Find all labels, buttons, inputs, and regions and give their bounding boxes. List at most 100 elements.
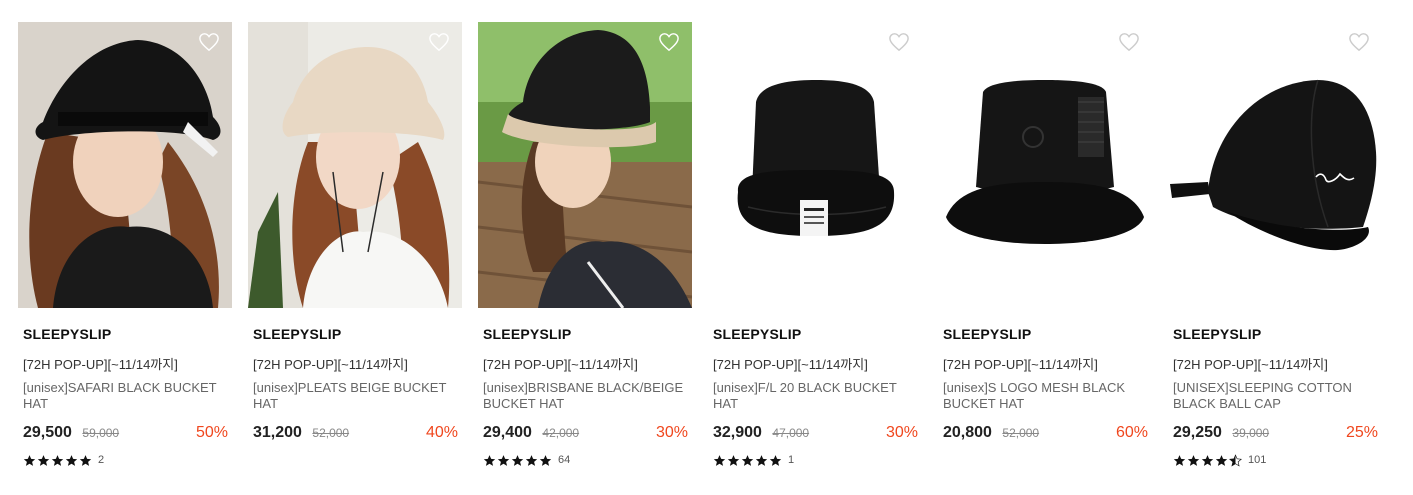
product-card[interactable]: SLEEPYSLIP [72H POP-UP][~11/14까지] [unise… bbox=[938, 22, 1152, 482]
product-photo-s-logo-mesh-bucket-hat bbox=[938, 22, 1152, 308]
original-price: 52,000 bbox=[1002, 426, 1040, 440]
star-icon bbox=[525, 454, 538, 466]
discount-rate: 30% bbox=[885, 424, 918, 441]
price-row: 29,250 39,000 25% bbox=[1173, 424, 1378, 444]
promo-label: [72H POP-UP][~11/14까지] bbox=[23, 357, 178, 372]
price-row: 20,800 52,000 60% bbox=[943, 424, 1148, 444]
discount-rate: 50% bbox=[195, 424, 228, 441]
review-count: 64 bbox=[558, 454, 571, 466]
star-rating bbox=[713, 454, 782, 467]
product-image[interactable] bbox=[1168, 22, 1382, 308]
brand-name[interactable]: SLEEPYSLIP bbox=[1173, 326, 1261, 342]
product-photo-cotton-black-ball-cap bbox=[1168, 22, 1382, 308]
brand-name[interactable]: SLEEPYSLIP bbox=[943, 326, 1031, 342]
brand-name[interactable]: SLEEPYSLIP bbox=[483, 326, 571, 342]
product-image[interactable] bbox=[478, 22, 692, 308]
product-name[interactable]: [unisex]F/L 20 BLACK BUCKET HAT bbox=[713, 380, 918, 412]
star-icon bbox=[1215, 454, 1228, 466]
brand-name[interactable]: SLEEPYSLIP bbox=[253, 326, 341, 342]
brand-name[interactable]: SLEEPYSLIP bbox=[23, 326, 111, 342]
sale-price: 20,800 bbox=[943, 424, 992, 441]
product-card[interactable]: SLEEPYSLIP [72H POP-UP][~11/14까지] [unise… bbox=[248, 22, 462, 482]
product-photo-safari-black-bucket-hat bbox=[18, 22, 232, 308]
price-row: 31,200 52,000 40% bbox=[253, 424, 458, 444]
original-price: 42,000 bbox=[542, 426, 580, 440]
sale-price: 32,900 bbox=[713, 424, 762, 441]
star-icon bbox=[1173, 454, 1186, 466]
original-price: 39,000 bbox=[1232, 426, 1270, 440]
product-grid: SLEEPYSLIP [72H POP-UP][~11/14까지] [unise… bbox=[0, 0, 1413, 495]
promo-label: [72H POP-UP][~11/14까지] bbox=[1173, 357, 1328, 372]
heart-outline-icon bbox=[429, 33, 449, 52]
rating: 1 bbox=[713, 453, 794, 467]
promo-label: [72H POP-UP][~11/14까지] bbox=[713, 357, 868, 372]
wishlist-button[interactable] bbox=[658, 32, 680, 52]
heart-outline-icon bbox=[1119, 33, 1139, 52]
discount-rate: 30% bbox=[655, 424, 688, 441]
price-row: 29,500 59,000 50% bbox=[23, 424, 228, 444]
product-image[interactable] bbox=[18, 22, 232, 308]
wishlist-button[interactable] bbox=[428, 32, 450, 52]
product-card[interactable]: SLEEPYSLIP [72H POP-UP][~11/14까지] [unise… bbox=[708, 22, 922, 482]
wishlist-button[interactable] bbox=[888, 32, 910, 52]
sale-price: 29,250 bbox=[1173, 424, 1222, 441]
review-count: 101 bbox=[1248, 454, 1267, 466]
star-icon bbox=[741, 454, 754, 466]
star-icon bbox=[37, 454, 50, 466]
star-rating bbox=[1173, 453, 1242, 467]
rating: 64 bbox=[483, 453, 570, 467]
promo-label: [72H POP-UP][~11/14까지] bbox=[483, 357, 638, 372]
rating: 101 bbox=[1173, 453, 1266, 467]
product-photo-brisbane-bucket-hat bbox=[478, 22, 692, 308]
star-icon bbox=[755, 454, 768, 466]
original-price: 52,000 bbox=[312, 426, 350, 440]
promo-label: [72H POP-UP][~11/14까지] bbox=[943, 357, 1098, 372]
product-card[interactable]: SLEEPYSLIP [72H POP-UP][~11/14까지] [unise… bbox=[478, 22, 692, 482]
star-half-icon bbox=[1229, 453, 1242, 467]
discount-rate: 40% bbox=[425, 424, 458, 441]
promo-label: [72H POP-UP][~11/14까지] bbox=[253, 357, 408, 372]
star-icon bbox=[483, 454, 496, 466]
product-name[interactable]: [UNISEX]SLEEPING COTTON BLACK BALL CAP bbox=[1173, 380, 1378, 412]
sale-price: 31,200 bbox=[253, 424, 302, 441]
heart-outline-icon bbox=[199, 33, 219, 52]
sale-price: 29,500 bbox=[23, 424, 72, 441]
star-icon bbox=[727, 454, 740, 466]
sale-price: 29,400 bbox=[483, 424, 532, 441]
star-icon bbox=[51, 454, 64, 466]
star-icon bbox=[713, 454, 726, 466]
product-name[interactable]: [unisex]PLEATS BEIGE BUCKET HAT bbox=[253, 380, 458, 412]
product-image[interactable] bbox=[708, 22, 922, 308]
product-photo-pleats-beige-bucket-hat bbox=[248, 22, 462, 308]
star-icon bbox=[1201, 454, 1214, 466]
price-row: 32,900 47,000 30% bbox=[713, 424, 918, 444]
wishlist-button[interactable] bbox=[1348, 32, 1370, 52]
product-name[interactable]: [unisex]SAFARI BLACK BUCKET HAT bbox=[23, 380, 228, 412]
price-row: 29,400 42,000 30% bbox=[483, 424, 688, 444]
star-icon bbox=[23, 454, 36, 466]
wishlist-button[interactable] bbox=[198, 32, 220, 52]
product-card[interactable]: SLEEPYSLIP [72H POP-UP][~11/14까지] [UNISE… bbox=[1168, 22, 1382, 482]
star-rating bbox=[483, 454, 552, 467]
heart-outline-icon bbox=[1349, 33, 1369, 52]
heart-outline-icon bbox=[659, 33, 679, 52]
product-photo-fl20-black-bucket-hat bbox=[708, 22, 922, 308]
original-price: 59,000 bbox=[82, 426, 120, 440]
review-count: 1 bbox=[788, 454, 795, 466]
star-rating bbox=[23, 454, 92, 467]
wishlist-button[interactable] bbox=[1118, 32, 1140, 52]
star-icon bbox=[511, 454, 524, 466]
product-name[interactable]: [unisex]S LOGO MESH BLACK BUCKET HAT bbox=[943, 380, 1148, 412]
brand-name[interactable]: SLEEPYSLIP bbox=[713, 326, 801, 342]
product-name[interactable]: [unisex]BRISBANE BLACK/BEIGE BUCKET HAT bbox=[483, 380, 688, 412]
star-icon bbox=[65, 454, 78, 466]
product-image[interactable] bbox=[938, 22, 1152, 308]
product-image[interactable] bbox=[248, 22, 462, 308]
star-icon bbox=[539, 454, 552, 466]
product-card[interactable]: SLEEPYSLIP [72H POP-UP][~11/14까지] [unise… bbox=[18, 22, 232, 482]
discount-rate: 25% bbox=[1345, 424, 1378, 441]
star-icon bbox=[1187, 454, 1200, 466]
original-price: 47,000 bbox=[772, 426, 810, 440]
star-icon bbox=[79, 454, 92, 466]
heart-outline-icon bbox=[889, 33, 909, 52]
